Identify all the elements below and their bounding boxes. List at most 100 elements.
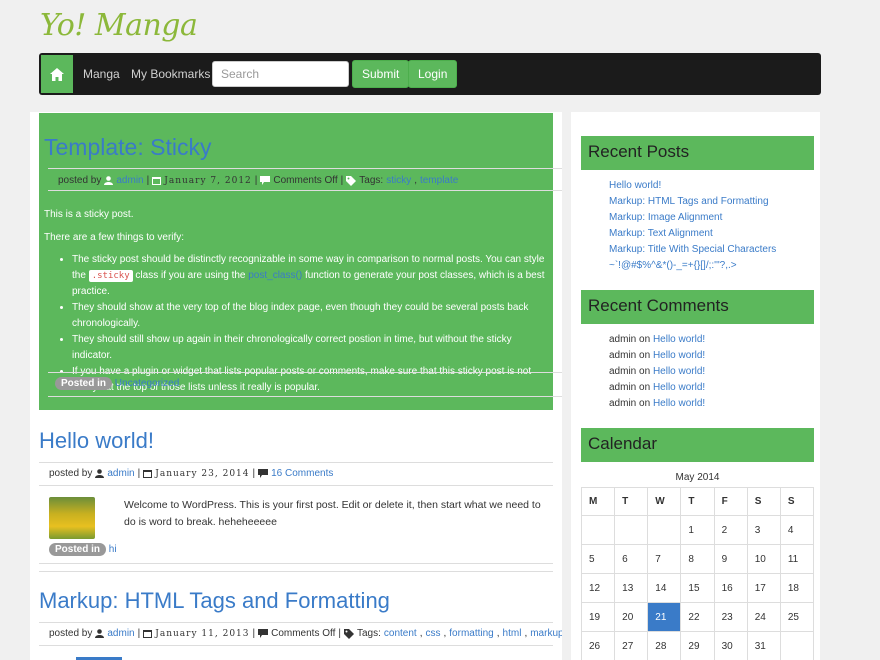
login-button[interactable]: Login xyxy=(408,60,458,88)
home-button[interactable] xyxy=(41,55,73,93)
tag-link[interactable]: markup xyxy=(530,628,562,639)
calendar-day-cell[interactable]: 10 xyxy=(746,544,781,574)
calendar-day-cell[interactable]: 11 xyxy=(779,544,815,574)
tag-link[interactable]: content xyxy=(384,628,417,639)
calendar-day-cell[interactable]: 25 xyxy=(779,602,815,632)
calendar-day-cell[interactable]: 13 xyxy=(614,573,649,603)
submit-button[interactable]: Submit xyxy=(352,60,410,88)
recent-post-link[interactable]: Markup: Image Alignment xyxy=(609,212,722,223)
user-icon xyxy=(95,469,105,478)
calendar-day-cell[interactable]: 15 xyxy=(680,573,715,603)
comment-icon xyxy=(260,176,271,185)
calendar-day-cell[interactable]: 21 xyxy=(647,602,682,632)
calendar-day-cell[interactable]: 3 xyxy=(746,515,781,545)
calendar-day-cell[interactable]: 14 xyxy=(647,573,682,603)
calendar-day-cell[interactable]: 17 xyxy=(746,573,781,603)
comment-post-link[interactable]: Hello world! xyxy=(653,366,705,377)
sidebar: Recent Posts Hello world! Markup: HTML T… xyxy=(571,112,820,660)
post-title-link[interactable]: Template: Sticky xyxy=(44,134,211,161)
calendar-day-cell[interactable]: 31 xyxy=(746,631,781,660)
on-label: on xyxy=(639,366,651,377)
calendar-day-cell[interactable]: 22 xyxy=(680,602,715,632)
comment-post-link[interactable]: Hello world! xyxy=(653,398,705,409)
post-paragraph: There are a few things to verify: xyxy=(44,232,185,243)
calendar-day-cell[interactable]: 20 xyxy=(614,602,649,632)
author-link[interactable]: admin xyxy=(107,628,134,639)
calendar-day-cell[interactable]: 18 xyxy=(779,573,815,603)
calendar-day-cell[interactable]: 2 xyxy=(713,515,748,545)
tag-link[interactable]: formatting xyxy=(449,628,493,639)
tag-link[interactable]: css xyxy=(426,628,441,639)
post-title-link[interactable]: Markup: HTML Tags and Formatting xyxy=(39,588,390,614)
comma: , xyxy=(524,628,528,639)
category-link[interactable]: hi xyxy=(109,544,117,555)
post-class-link[interactable]: post_class() xyxy=(248,270,302,281)
comment-item: admin on Hello world! xyxy=(609,396,705,412)
calendar-day-cell xyxy=(779,631,815,660)
separator: | xyxy=(252,628,256,639)
list-item: The sticky post should be distinctly rec… xyxy=(72,252,550,300)
calendar-day-cell[interactable]: 27 xyxy=(614,631,649,660)
on-label: on xyxy=(639,334,651,345)
nav-link-manga[interactable]: Manga xyxy=(83,67,120,81)
category-link[interactable]: Uncategorized xyxy=(115,378,179,389)
recent-post-link[interactable]: ~`!@#$%^&*()-_=+{}[]/;:'"?,.> xyxy=(609,260,737,271)
nav-link-bookmarks[interactable]: My Bookmarks xyxy=(131,67,210,81)
author-link[interactable]: admin xyxy=(116,175,143,186)
calendar-day-cell[interactable]: 24 xyxy=(746,602,781,632)
calendar-day-cell[interactable]: 12 xyxy=(580,573,616,603)
calendar-day-cell[interactable]: 29 xyxy=(680,631,715,660)
comments-link[interactable]: 16 Comments xyxy=(271,468,333,479)
comment-icon xyxy=(258,629,269,638)
tag-link[interactable]: html xyxy=(503,628,522,639)
site-logo[interactable]: Yo! Manga xyxy=(40,8,198,43)
list-item: They should still show up again in their… xyxy=(72,332,550,364)
post-paragraph: This is a sticky post. xyxy=(44,209,134,220)
comma: , xyxy=(443,628,447,639)
comment-icon xyxy=(258,469,269,478)
comment-post-link[interactable]: Hello world! xyxy=(653,382,705,393)
post-thumbnail[interactable] xyxy=(49,497,95,539)
calendar-day-cell[interactable]: 9 xyxy=(713,544,748,574)
tag-link[interactable]: sticky xyxy=(386,175,411,186)
calendar-day-cell[interactable]: 1 xyxy=(680,515,715,545)
comma: , xyxy=(496,628,500,639)
recent-post-link[interactable]: Markup: HTML Tags and Formatting xyxy=(609,196,769,207)
comment-post-link[interactable]: Hello world! xyxy=(653,350,705,361)
post-title-link[interactable]: Hello world! xyxy=(39,428,154,454)
calendar-day-cell[interactable]: 19 xyxy=(580,602,616,632)
recent-post-link[interactable]: Hello world! xyxy=(609,180,661,191)
calendar-day-cell[interactable]: 4 xyxy=(779,515,815,545)
calendar-day-cell[interactable]: 5 xyxy=(580,544,616,574)
calendar-day-cell[interactable]: 23 xyxy=(713,602,748,632)
calendar-day-cell[interactable]: 6 xyxy=(614,544,649,574)
calendar-day-cell[interactable]: 28 xyxy=(647,631,682,660)
recent-post-link[interactable]: Markup: Title With Special Characters xyxy=(609,244,776,255)
recent-post-link[interactable]: Markup: Text Alignment xyxy=(609,228,713,239)
calendar-day-cell xyxy=(580,515,616,545)
calendar-table: M T W T F S S 1 2 3 4 5 6 7 8 9 10 11 12 13 14 15 16 17 1… xyxy=(580,487,815,660)
calendar-body: 1 2 3 4 5 6 7 8 9 10 11 12 13 14 15 16 17 18 19 20 21 22 23 24 2… xyxy=(580,515,815,660)
posted-by-label: posted by xyxy=(49,628,93,639)
search-input[interactable] xyxy=(212,61,349,87)
calendar-day-cell[interactable]: 26 xyxy=(580,631,616,660)
tag-link[interactable]: template xyxy=(420,175,458,186)
comment-post-link[interactable]: Hello world! xyxy=(653,334,705,345)
calendar-icon xyxy=(143,470,153,478)
calendar-day-cell[interactable]: 16 xyxy=(713,573,748,603)
calendar-day-cell[interactable]: 7 xyxy=(647,544,682,574)
separator: | xyxy=(137,628,141,639)
calendar-day-cell[interactable]: 30 xyxy=(713,631,748,660)
comment-author: admin xyxy=(609,398,637,409)
calendar-day-cell[interactable]: 8 xyxy=(680,544,715,574)
main-content: Template: Sticky posted by admin | Janua… xyxy=(30,112,562,660)
comment-item: admin on Hello world! xyxy=(609,380,705,396)
posted-in-badge: Posted in xyxy=(49,543,107,556)
author-link[interactable]: admin xyxy=(107,468,134,479)
user-icon xyxy=(104,176,114,185)
divider xyxy=(48,396,562,397)
sticky-post: Template: Sticky posted by admin | Janua… xyxy=(39,113,562,410)
widget-title-recent-comments: Recent Comments xyxy=(581,290,814,324)
calendar-day-header: S xyxy=(746,487,781,516)
calendar-icon xyxy=(152,177,162,185)
